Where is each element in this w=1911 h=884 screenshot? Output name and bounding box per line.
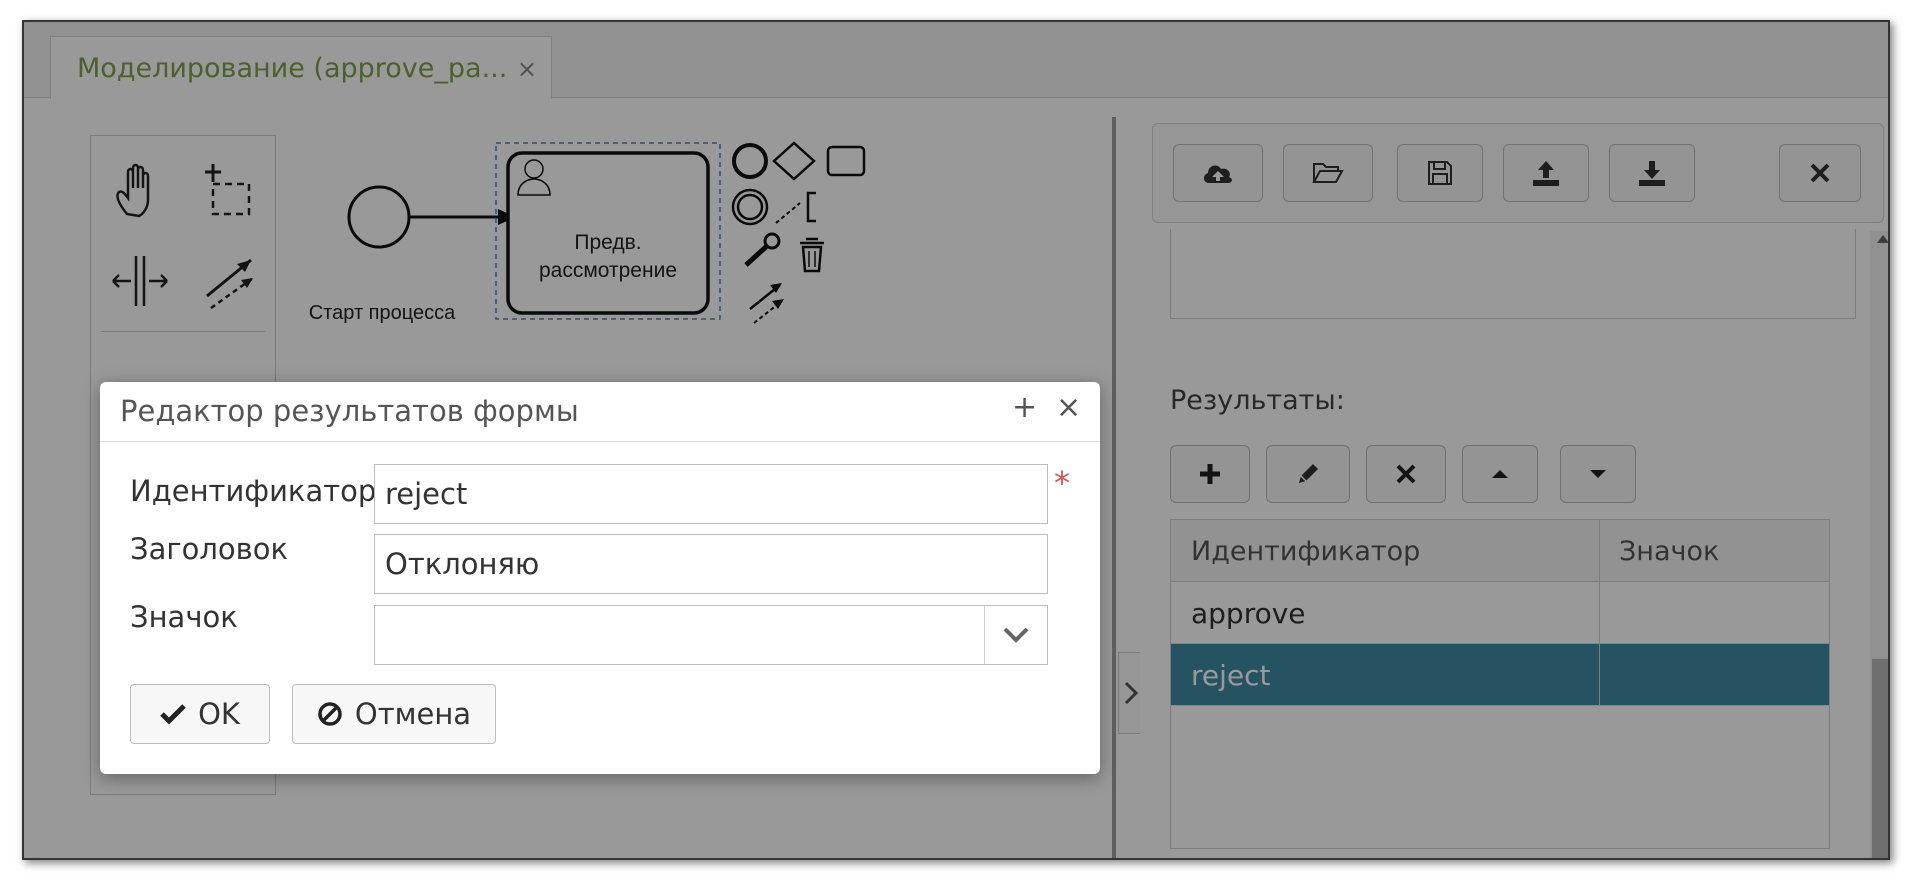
required-mark: * xyxy=(1054,464,1070,502)
cancel-label: Отмена xyxy=(354,697,472,731)
close-icon[interactable]: × xyxy=(1056,390,1081,425)
icon-select[interactable] xyxy=(374,605,1048,665)
dialog-title: Редактор результатов формы xyxy=(120,394,579,428)
chevron-down-icon xyxy=(1003,627,1029,643)
title-label: Заголовок xyxy=(130,532,288,566)
cancel-button[interactable]: Отмена xyxy=(292,684,496,744)
dialog-header[interactable]: Редактор результатов формы + × xyxy=(100,382,1100,442)
ok-label: OK xyxy=(198,697,240,731)
icon-select-toggle[interactable] xyxy=(984,606,1047,664)
title-input[interactable] xyxy=(374,534,1048,594)
ok-button[interactable]: OK xyxy=(130,684,270,744)
identifier-label: Идентификатор xyxy=(130,474,377,508)
identifier-input[interactable] xyxy=(374,464,1048,524)
ban-icon xyxy=(318,702,342,726)
form-results-editor-dialog: Редактор результатов формы + × Идентифик… xyxy=(100,382,1100,774)
maximize-icon[interactable]: + xyxy=(1012,390,1037,425)
checkmark-icon xyxy=(160,704,186,725)
app-window: Моделирование (approve_pa... × Предв. ра… xyxy=(22,20,1890,860)
icon-label: Значок xyxy=(130,600,238,634)
